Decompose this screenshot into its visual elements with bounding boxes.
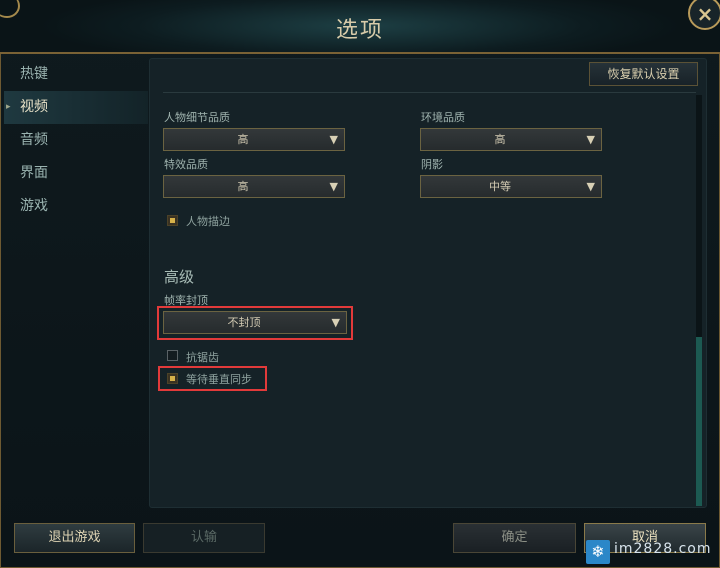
window-title: 选项 — [335, 18, 384, 43]
watermark-text: im2828.com — [614, 541, 712, 557]
dropdown-value: 高 — [237, 180, 249, 193]
dropdown-arrow-icon: ▼ — [586, 180, 595, 193]
scrollbar-thumb[interactable] — [696, 337, 702, 506]
vsync-checkbox[interactable] — [167, 373, 178, 384]
sidebar-item-label: 音频 — [20, 132, 48, 148]
sidebar-item-hotkeys[interactable]: 热键 — [4, 58, 148, 91]
dropdown-value: 高 — [237, 133, 249, 146]
vsync-label: 等待垂直同步 — [186, 373, 252, 386]
frame-rate-cap-dropdown[interactable]: 不封顶 ▼ — [163, 311, 347, 334]
video-settings-panel — [149, 58, 707, 508]
sidebar-item-label: 视频 — [20, 99, 48, 115]
advanced-section-title: 高级 — [164, 268, 195, 286]
environment-quality-label: 环境品质 — [421, 111, 465, 124]
effects-quality-dropdown[interactable]: 高 ▼ — [163, 175, 345, 198]
snowflake-icon: ❄ — [586, 540, 610, 564]
sidebar-item-label: 界面 — [20, 165, 48, 181]
character-quality-dropdown[interactable]: 高 ▼ — [163, 128, 345, 151]
character-outline-label: 人物描边 — [186, 215, 230, 228]
effects-quality-label: 特效品质 — [164, 158, 208, 171]
options-sidebar: 热键 ▸ 视频 音频 界面 游戏 — [4, 58, 148, 223]
sidebar-item-label: 热键 — [20, 66, 48, 82]
restore-defaults-button[interactable]: 恢复默认设置 — [589, 62, 698, 86]
anti-aliasing-label: 抗锯齿 — [186, 351, 219, 364]
active-arrow-icon: ▸ — [6, 102, 11, 112]
panel-divider — [163, 92, 696, 93]
dropdown-arrow-icon: ▼ — [329, 180, 338, 193]
dropdown-arrow-icon: ▼ — [329, 133, 338, 146]
close-button[interactable]: × — [688, 0, 720, 30]
sidebar-item-game[interactable]: 游戏 — [4, 190, 148, 223]
shadows-label: 阴影 — [421, 158, 443, 171]
title-bar: 选项 — [0, 0, 720, 54]
sidebar-item-audio[interactable]: 音频 — [4, 124, 148, 157]
sidebar-item-label: 游戏 — [20, 198, 48, 214]
shadows-dropdown[interactable]: 中等 ▼ — [420, 175, 602, 198]
dropdown-value: 中等 — [489, 180, 511, 193]
dropdown-arrow-icon: ▼ — [331, 316, 340, 329]
dropdown-arrow-icon: ▼ — [586, 133, 595, 146]
ok-button[interactable]: 确定 — [453, 523, 576, 553]
environment-quality-dropdown[interactable]: 高 ▼ — [420, 128, 602, 151]
dropdown-value: 高 — [494, 133, 506, 146]
character-quality-label: 人物细节品质 — [164, 111, 230, 124]
sidebar-item-interface[interactable]: 界面 — [4, 157, 148, 190]
sidebar-item-video[interactable]: ▸ 视频 — [4, 91, 148, 124]
dropdown-value: 不封顶 — [227, 316, 261, 329]
frame-rate-cap-label: 帧率封顶 — [164, 294, 208, 307]
character-outline-checkbox[interactable] — [167, 215, 178, 226]
surrender-button[interactable]: 认输 — [143, 523, 265, 553]
exit-game-button[interactable]: 退出游戏 — [14, 523, 135, 553]
anti-aliasing-checkbox[interactable] — [167, 350, 178, 361]
